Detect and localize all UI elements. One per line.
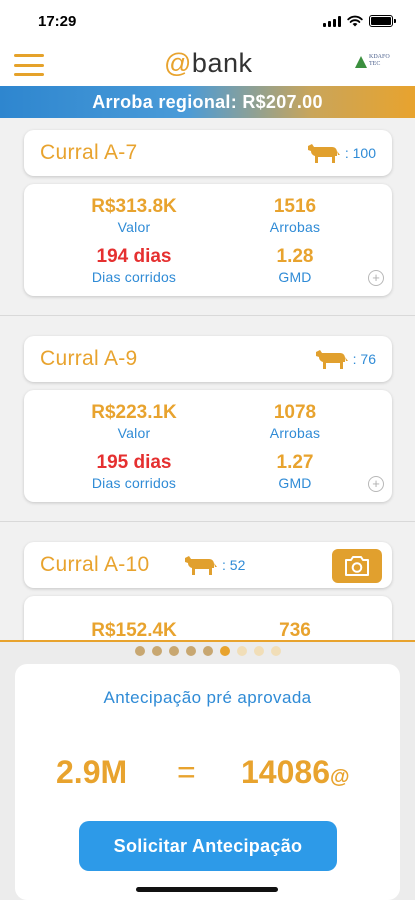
stat-valor: R$313.8K Valor bbox=[59, 196, 209, 236]
page-dot[interactable] bbox=[185, 646, 196, 656]
stat-label: Valor bbox=[117, 425, 151, 441]
plus-circle-icon[interactable]: + bbox=[368, 476, 384, 492]
curral-stats-card: R$223.1K Valor 1078 Arrobas 195 dias Dia… bbox=[24, 390, 392, 502]
stat-valor: R$152.4K bbox=[59, 620, 209, 641]
antecipacao-title: Antecipação pré aprovada bbox=[103, 688, 312, 707]
cow-count-value: : 100 bbox=[344, 145, 376, 161]
cow-count: : 100 bbox=[307, 141, 376, 165]
stat-value: 1.28 bbox=[276, 246, 314, 267]
plus-circle-icon[interactable]: + bbox=[368, 270, 384, 286]
curral-stats-card: R$313.8K Valor 1516 Arrobas 194 dias Dia… bbox=[24, 184, 392, 296]
stat-label: Arrobas bbox=[269, 219, 321, 235]
curral-title: Curral A-9 bbox=[40, 347, 138, 370]
curral-header[interactable]: Curral A-10 : 52 bbox=[24, 542, 392, 588]
page-dot[interactable] bbox=[253, 646, 264, 656]
stat-label: Dias corridos bbox=[91, 269, 177, 285]
page-dot[interactable] bbox=[151, 646, 162, 656]
stat-label: Arrobas bbox=[269, 425, 321, 441]
stat-value: R$313.8K bbox=[91, 196, 177, 217]
divider bbox=[0, 521, 415, 522]
stat-dias: 195 dias Dias corridos bbox=[59, 452, 209, 492]
stat-arrobas: 736 bbox=[220, 620, 370, 641]
cow-count: : 52 bbox=[184, 553, 245, 577]
page-dot[interactable] bbox=[168, 646, 179, 656]
stat-label: Valor bbox=[117, 219, 151, 235]
equals-sign: = bbox=[177, 754, 196, 790]
page-dot[interactable] bbox=[134, 646, 145, 656]
antecipacao-amount: 2.9M bbox=[56, 754, 128, 790]
curral-section: Curral A-10 : 52 R$152.4K 736 bbox=[0, 530, 415, 641]
stat-value: 195 dias bbox=[96, 452, 172, 473]
stat-value: R$223.1K bbox=[91, 402, 177, 423]
antecipacao-card: Antecipação pré aprovada 2.9M = 14086@ S… bbox=[15, 664, 400, 900]
stat-arrobas: 1078 Arrobas bbox=[220, 402, 370, 442]
stat-value: 1516 bbox=[273, 196, 317, 217]
camera-button[interactable] bbox=[332, 549, 382, 583]
stat-dias: 194 dias Dias corridos bbox=[59, 246, 209, 286]
page-dot[interactable] bbox=[236, 646, 247, 656]
curral-list[interactable]: Curral A-7 : 100 R$313.8K Valor 1516 Arr… bbox=[0, 118, 415, 641]
logo-at: @ bbox=[164, 48, 192, 78]
curral-title: Curral A-7 bbox=[40, 141, 138, 164]
wifi-icon bbox=[347, 15, 363, 27]
curral-header[interactable]: Curral A-7 : 100 bbox=[24, 130, 392, 176]
curral-stats-card: R$152.4K 736 bbox=[24, 596, 392, 641]
partner-logo-text: KDAFO TEC bbox=[369, 54, 390, 67]
partner-logo: KDAFO TEC bbox=[355, 52, 395, 76]
curral-title: Curral A-10 bbox=[40, 553, 150, 576]
camera-icon bbox=[345, 556, 369, 576]
cow-icon bbox=[315, 350, 348, 369]
arrobas-value: 14086 bbox=[241, 754, 330, 790]
curral-section: Curral A-9 : 76 R$223.1K Valor 1078 Arro… bbox=[0, 324, 415, 530]
regional-price-banner: Arroba regional: R$207.00 bbox=[0, 86, 415, 118]
status-icons bbox=[323, 15, 396, 27]
regional-price-text: Arroba regional: R$207.00 bbox=[92, 91, 323, 112]
cow-icon bbox=[307, 144, 340, 163]
page-dot-active[interactable] bbox=[219, 646, 230, 656]
page-indicator[interactable] bbox=[0, 646, 415, 656]
page-dot[interactable] bbox=[202, 646, 213, 656]
stat-label: Dias corridos bbox=[91, 475, 177, 491]
stat-value: 194 dias bbox=[96, 246, 172, 267]
signal-icon bbox=[323, 15, 341, 27]
cow-icon bbox=[185, 556, 217, 575]
stat-gmd: 1.27 GMD bbox=[220, 452, 370, 492]
cow-count-value: : 52 bbox=[222, 557, 246, 573]
curral-section: Curral A-7 : 100 R$313.8K Valor 1516 Arr… bbox=[0, 118, 415, 324]
curral-header[interactable]: Curral A-9 : 76 bbox=[24, 336, 392, 382]
stat-label: GMD bbox=[278, 475, 312, 491]
stat-label: GMD bbox=[278, 269, 312, 285]
page-dot[interactable] bbox=[270, 646, 281, 656]
menu-icon[interactable] bbox=[14, 54, 44, 76]
stat-value: R$152.4K bbox=[91, 620, 177, 641]
antecipacao-panel: Antecipação pré aprovada 2.9M = 14086@ S… bbox=[0, 640, 415, 900]
stat-value: 736 bbox=[279, 620, 311, 641]
cow-count: : 76 bbox=[315, 347, 376, 371]
arroba-unit: @ bbox=[329, 766, 350, 788]
app-header: @bank KDAFO TEC bbox=[0, 44, 415, 86]
divider bbox=[0, 315, 415, 316]
status-bar: 17:29 bbox=[0, 0, 415, 44]
solicitar-antecipacao-button[interactable]: Solicitar Antecipação bbox=[79, 821, 337, 871]
stat-gmd: 1.28 GMD bbox=[220, 246, 370, 286]
battery-icon bbox=[369, 15, 396, 27]
status-time: 17:29 bbox=[38, 13, 77, 30]
cow-count-value: : 76 bbox=[352, 351, 376, 367]
app-logo: @bank bbox=[164, 48, 252, 79]
stat-arrobas: 1516 Arrobas bbox=[220, 196, 370, 236]
logo-text: bank bbox=[191, 48, 253, 78]
stat-value: 1078 bbox=[273, 402, 317, 423]
antecipacao-arrobas: 14086@ bbox=[241, 754, 350, 791]
home-indicator[interactable] bbox=[136, 887, 278, 892]
stat-valor: R$223.1K Valor bbox=[59, 402, 209, 442]
stat-value: 1.27 bbox=[276, 452, 314, 473]
